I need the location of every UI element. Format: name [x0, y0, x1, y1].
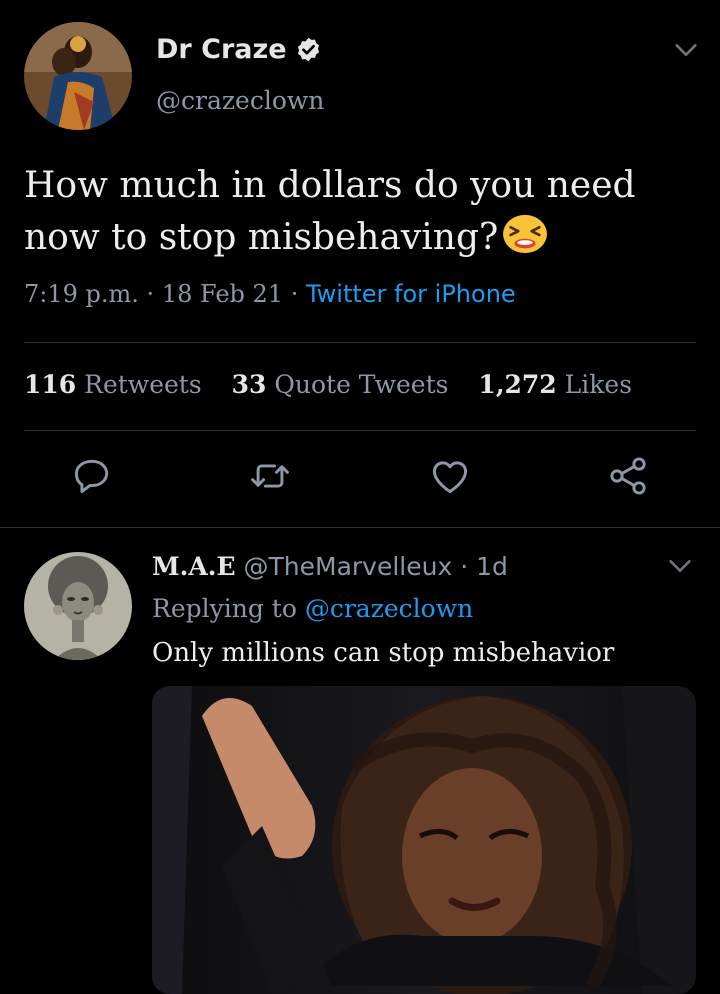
tweet-actions [0, 454, 720, 510]
reply-author-handle[interactable]: @TheMarvelleux [244, 552, 453, 581]
tweet-text: How much in dollars do you need now to s… [24, 165, 636, 258]
reply-age[interactable]: 1d [476, 552, 508, 581]
meta-separator: · [146, 280, 162, 308]
reply-media-image[interactable] [152, 686, 696, 994]
share-icon[interactable] [606, 454, 650, 498]
divider [24, 342, 696, 343]
reply-author-name[interactable]: M.A.E [152, 552, 236, 581]
reply-tweet[interactable]: M.A.E @TheMarvelleux · 1d Replying to @c… [0, 528, 720, 994]
replying-to-mention[interactable]: @crazeclown [305, 594, 473, 623]
meta-separator: · [290, 280, 306, 308]
meta-separator: · [460, 552, 477, 581]
author-name[interactable]: Dr Craze [156, 34, 322, 65]
retweet-icon[interactable] [248, 454, 292, 498]
replying-to: Replying to @crazeclown [152, 594, 474, 623]
tweet-stats: 116 Retweets 33 Quote Tweets 1,272 Likes [24, 370, 654, 399]
divider [24, 430, 696, 431]
reply-text: Only millions can stop misbehavior [152, 638, 615, 668]
author-handle[interactable]: @crazeclown [156, 86, 324, 115]
author-avatar[interactable] [24, 22, 132, 130]
chevron-down-icon[interactable] [666, 552, 694, 580]
likes-stat[interactable]: 1,272 Likes [478, 370, 632, 399]
reply-icon[interactable] [70, 454, 114, 498]
reply-header: M.A.E @TheMarvelleux · 1d [152, 552, 508, 581]
quote-tweets-stat[interactable]: 33 Quote Tweets [232, 370, 449, 399]
main-tweet: Dr Craze @crazeclown How much in dollars… [0, 0, 720, 528]
tweet-date[interactable]: 18 Feb 21 [162, 280, 283, 308]
tweet-time[interactable]: 7:19 p.m. [24, 280, 139, 308]
verified-badge-icon [297, 37, 319, 62]
like-icon[interactable] [428, 454, 472, 498]
tweet-client-link[interactable]: Twitter for iPhone [306, 280, 516, 308]
reply-author-avatar[interactable] [24, 552, 132, 660]
persevering-face-emoji-icon [503, 214, 548, 254]
retweets-stat[interactable]: 116 Retweets [24, 370, 202, 399]
chevron-down-icon[interactable] [672, 36, 700, 64]
tweet-meta: 7:19 p.m. · 18 Feb 21 · Twitter for iPho… [24, 280, 516, 308]
